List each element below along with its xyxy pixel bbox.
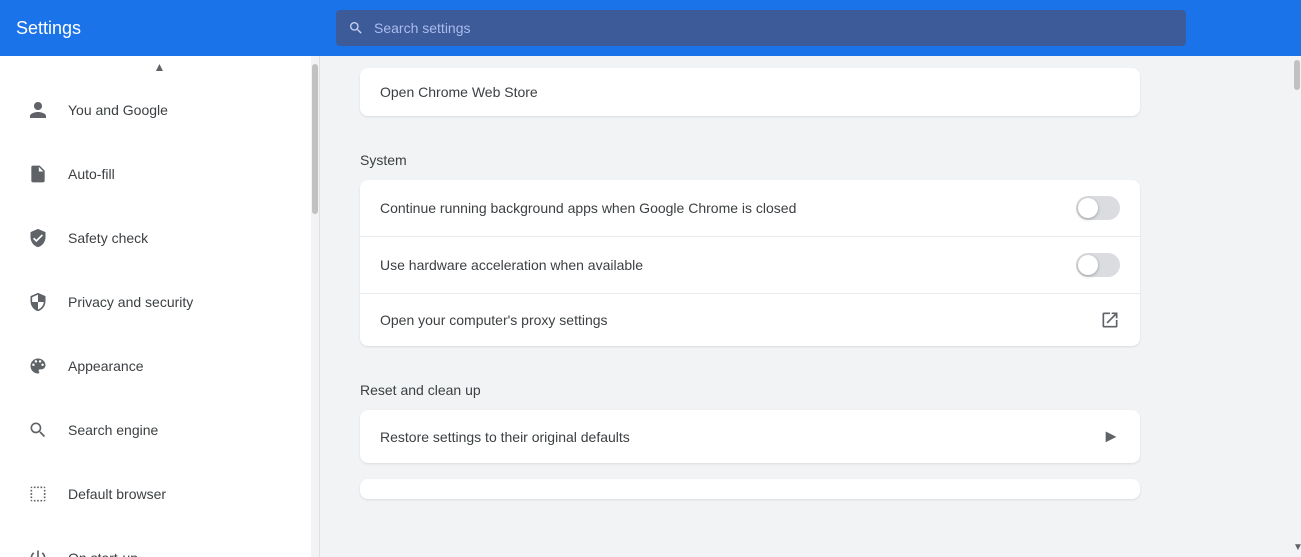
main-content: Open Chrome Web Store System Continue ru… xyxy=(320,56,1301,557)
system-card: Continue running background apps when Go… xyxy=(360,180,1140,346)
background-apps-label: Continue running background apps when Go… xyxy=(380,200,796,216)
main-scroll-down-arrow[interactable]: ▼ xyxy=(1293,542,1301,553)
sidebar-scrollbar[interactable] xyxy=(311,56,319,557)
open-chrome-web-store-item[interactable]: Open Chrome Web Store xyxy=(360,68,1140,116)
shield-check-icon xyxy=(20,220,56,256)
body: ▲ You and Google Auto-fill xyxy=(0,56,1301,557)
header: Settings xyxy=(0,0,1301,56)
content-inner: Open Chrome Web Store System Continue ru… xyxy=(320,68,1180,555)
sidebar-item-appearance[interactable]: Appearance xyxy=(0,334,319,398)
main-scrollbar[interactable]: ▼ xyxy=(1293,56,1301,557)
main-scrollbar-thumb xyxy=(1294,60,1300,90)
proxy-settings-label: Open your computer's proxy settings xyxy=(380,312,608,328)
power-icon xyxy=(20,540,56,557)
hardware-acceleration-item[interactable]: Use hardware acceleration when available xyxy=(360,237,1140,294)
proxy-settings-item[interactable]: Open your computer's proxy settings xyxy=(360,294,1140,346)
sidebar-item-you-and-google[interactable]: You and Google xyxy=(0,78,319,142)
person-icon xyxy=(20,92,56,128)
hardware-acceleration-toggle-knob xyxy=(1078,255,1098,275)
sidebar-item-label-privacy-security: Privacy and security xyxy=(68,294,193,310)
autofill-icon xyxy=(20,156,56,192)
sidebar-item-label-default-browser: Default browser xyxy=(68,486,166,502)
sidebar-scroll-up[interactable]: ▲ xyxy=(0,56,319,78)
restore-defaults-item[interactable]: Restore settings to their original defau… xyxy=(360,410,1140,463)
sidebar-item-on-startup[interactable]: On start-up xyxy=(0,526,319,557)
search-bar[interactable] xyxy=(336,10,1186,46)
background-apps-item[interactable]: Continue running background apps when Go… xyxy=(360,180,1140,237)
reset-card: Restore settings to their original defau… xyxy=(360,410,1140,463)
palette-icon xyxy=(20,348,56,384)
reset-section-title: Reset and clean up xyxy=(360,362,1140,410)
browser-icon xyxy=(20,476,56,512)
system-section-title: System xyxy=(360,132,1140,180)
sidebar-item-label-on-startup: On start-up xyxy=(68,550,138,557)
sidebar-item-label-safety-check: Safety check xyxy=(68,230,148,246)
sidebar: ▲ You and Google Auto-fill xyxy=(0,56,320,557)
clean-up-item[interactable] xyxy=(360,479,1140,499)
search-engine-icon xyxy=(20,412,56,448)
background-apps-toggle-knob xyxy=(1078,198,1098,218)
sidebar-item-privacy-security[interactable]: Privacy and security xyxy=(0,270,319,334)
hardware-acceleration-label: Use hardware acceleration when available xyxy=(380,257,643,273)
sidebar-item-label-appearance: Appearance xyxy=(68,358,144,374)
search-input[interactable] xyxy=(374,20,1174,36)
hardware-acceleration-toggle[interactable] xyxy=(1076,253,1120,277)
sidebar-item-label-search-engine: Search engine xyxy=(68,422,158,438)
search-icon xyxy=(348,20,364,36)
sidebar-scrollbar-thumb xyxy=(312,64,318,214)
external-link-icon xyxy=(1100,310,1120,330)
sidebar-item-default-browser[interactable]: Default browser xyxy=(0,462,319,526)
sidebar-item-label-you-and-google: You and Google xyxy=(68,102,168,118)
clean-up-card-partial xyxy=(360,479,1140,499)
open-chrome-web-store-label: Open Chrome Web Store xyxy=(380,84,538,100)
shield-icon xyxy=(20,284,56,320)
background-apps-toggle[interactable] xyxy=(1076,196,1120,220)
sidebar-item-auto-fill[interactable]: Auto-fill xyxy=(0,142,319,206)
sidebar-item-safety-check[interactable]: Safety check xyxy=(0,206,319,270)
sidebar-item-label-auto-fill: Auto-fill xyxy=(68,166,115,182)
restore-defaults-arrow-icon: ► xyxy=(1102,426,1120,447)
restore-defaults-label: Restore settings to their original defau… xyxy=(380,429,630,445)
top-card: Open Chrome Web Store xyxy=(360,68,1140,116)
app-title: Settings xyxy=(16,18,216,39)
sidebar-item-search-engine[interactable]: Search engine xyxy=(0,398,319,462)
